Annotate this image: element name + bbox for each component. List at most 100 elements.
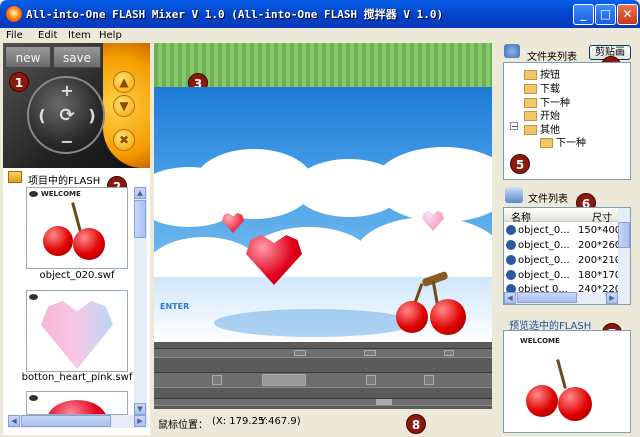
flash-stage[interactable]: ENTER	[154, 87, 492, 342]
dpad-control[interactable]: + − ( ) ⟳	[27, 76, 105, 154]
swf-icon	[506, 255, 516, 265]
folder-list-icon	[504, 44, 520, 58]
file-row[interactable]: object_0...	[506, 269, 570, 283]
timeline-marker[interactable]	[364, 350, 376, 356]
menu-help[interactable]: Help	[99, 28, 122, 43]
collapse-toggle-icon[interactable]: −	[510, 122, 518, 131]
hscroll-thumb[interactable]	[21, 415, 111, 427]
file-name: object_0...	[518, 240, 570, 251]
zoom-in-icon[interactable]: +	[59, 81, 75, 100]
file-size: 150*400	[578, 225, 622, 236]
cherry-icon[interactable]	[396, 301, 428, 333]
folder-list-header: 文件夹列表	[527, 52, 577, 63]
flash-thumb-2[interactable]	[26, 290, 128, 372]
scroll-right-icon[interactable]: ▶	[134, 415, 146, 427]
rotate-left-icon[interactable]: (	[35, 106, 49, 125]
menu-file[interactable]: File	[6, 28, 23, 43]
timeline-playhead[interactable]	[262, 374, 306, 386]
column-name[interactable]: 名称	[511, 209, 531, 224]
cherry-icon[interactable]	[430, 299, 466, 335]
menu-item[interactable]: Item	[68, 28, 91, 43]
app-icon	[6, 6, 22, 22]
folder-icon	[524, 111, 537, 121]
timeline-panel	[154, 342, 492, 409]
move-up-button[interactable]: ▲	[113, 71, 135, 93]
file-name: object_0...	[518, 270, 570, 281]
window-title: All-into-One FLASH Mixer V 1.0 (All-into…	[26, 8, 444, 21]
pink-heart-icon	[41, 301, 113, 369]
scroll-right-icon[interactable]: ▶	[606, 292, 618, 304]
eye-icon[interactable]	[29, 191, 38, 197]
timeline-track[interactable]	[154, 398, 492, 406]
enter-text[interactable]: ENTER	[160, 302, 189, 311]
cherry-icon	[526, 385, 558, 417]
cherry-icon	[558, 387, 592, 421]
timeline-track[interactable]	[154, 372, 492, 388]
minimize-button[interactable]: _	[573, 4, 594, 25]
column-size[interactable]: 尺寸	[592, 209, 612, 224]
flash-thumb-1[interactable]: WELCOME	[26, 187, 128, 269]
reset-icon[interactable]: ⟳	[57, 105, 77, 126]
mouse-x-value: (X: 179.25	[212, 416, 265, 427]
scroll-up-icon[interactable]: ▲	[134, 187, 146, 199]
swf-icon	[506, 270, 516, 280]
cherry-icon	[73, 228, 105, 260]
timeline-marker[interactable]	[424, 375, 434, 385]
eye-icon[interactable]	[29, 294, 38, 300]
menu-edit[interactable]: Edit	[38, 28, 57, 43]
file-row[interactable]: object_0...	[506, 254, 570, 268]
scroll-thumb[interactable]	[134, 200, 146, 238]
eye-icon[interactable]	[29, 395, 38, 401]
swf-icon	[506, 240, 516, 250]
timeline-track[interactable]	[154, 348, 492, 358]
timeline-marker[interactable]	[212, 375, 222, 385]
badge-8: 8	[406, 414, 426, 434]
maximize-button[interactable]: □	[595, 4, 616, 25]
cherry-stem	[556, 359, 567, 389]
file-list-header: 文件列表	[528, 194, 568, 205]
scroll-thumb[interactable]	[618, 222, 630, 248]
tree-item-start[interactable]: 开始	[524, 107, 560, 122]
badge-5: 5	[510, 154, 530, 174]
file-size: 200*260	[578, 240, 622, 251]
new-button[interactable]: new	[5, 46, 51, 68]
file-row[interactable]: object_0...	[506, 239, 570, 253]
file-row[interactable]: object_0...	[506, 224, 570, 238]
tree-item-buttons[interactable]: 按钮	[524, 66, 560, 81]
zoom-out-icon[interactable]: −	[59, 132, 75, 151]
menu-bar	[0, 28, 640, 43]
folder-icon	[524, 125, 537, 135]
mouse-position-label: 鼠标位置：	[158, 420, 208, 431]
hscroll-thumb[interactable]	[517, 292, 577, 303]
folder-open-icon	[524, 84, 537, 94]
delete-button[interactable]: ✖	[113, 129, 135, 151]
timeline-marker[interactable]	[376, 399, 392, 405]
preview-welcome-text: WELCOME	[520, 337, 560, 345]
timeline-marker[interactable]	[444, 350, 454, 356]
save-button[interactable]: save	[53, 46, 101, 68]
flash-thumb-3[interactable]	[26, 391, 128, 415]
controller-panel: new save + − ( ) ⟳ ▲ ▼ ✖	[3, 43, 150, 168]
cloud-shadow	[214, 309, 414, 337]
flash-thumb-1-name: object_020.swf	[39, 270, 115, 281]
folder-icon	[540, 138, 553, 148]
file-name: object_0...	[518, 255, 570, 266]
scroll-down-icon[interactable]: ▼	[134, 403, 146, 415]
rotate-right-icon[interactable]: )	[85, 106, 99, 125]
file-size: 180*170	[578, 270, 622, 281]
badge-1: 1	[9, 72, 29, 92]
red-heart-icon	[47, 400, 107, 414]
file-list-icon	[505, 187, 523, 203]
timeline-marker[interactable]	[294, 350, 306, 356]
file-list-scrollbar[interactable]	[618, 208, 630, 292]
timeline-marker[interactable]	[366, 375, 376, 385]
file-size: 200*210	[578, 255, 622, 266]
scroll-left-icon[interactable]: ◀	[8, 415, 20, 427]
tree-item-next-sub[interactable]: 下一种	[540, 134, 586, 149]
scroll-left-icon[interactable]: ◀	[504, 292, 516, 304]
move-down-button[interactable]: ▼	[113, 95, 135, 117]
file-name: object_0...	[518, 225, 570, 236]
tree-item-download[interactable]: 下载	[524, 80, 560, 95]
close-button[interactable]: ✕	[617, 4, 638, 25]
package-icon	[8, 171, 22, 183]
